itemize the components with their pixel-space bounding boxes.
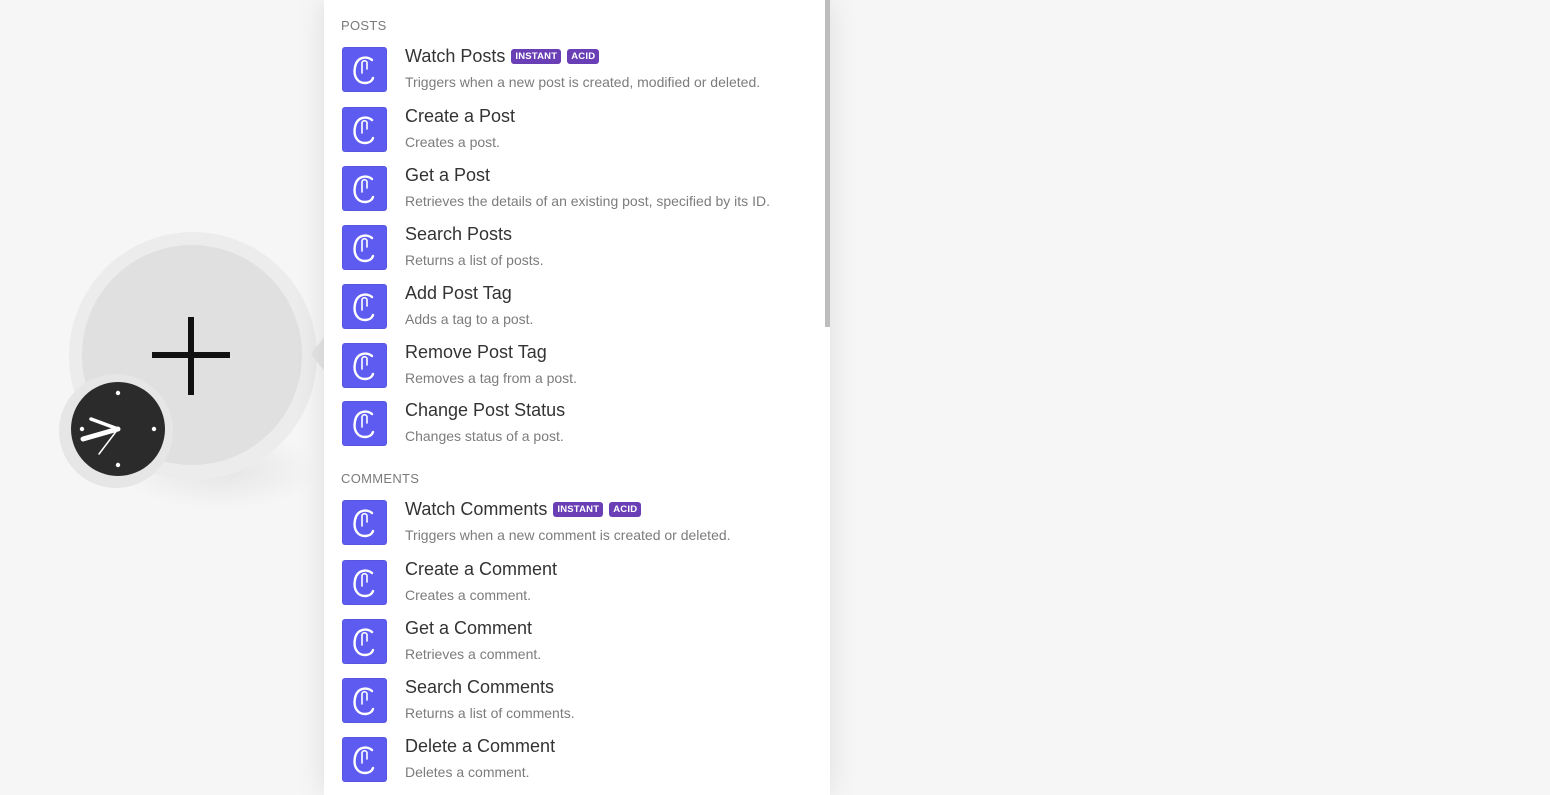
module-picker-panel: POSTS Watch Posts INSTANT ACID Triggers when…: [324, 0, 830, 795]
module-description: Returns a list of posts.: [405, 252, 544, 268]
app-logo-icon: [342, 401, 387, 446]
instant-badge: INSTANT: [511, 49, 562, 64]
module-title: Get a Comment: [405, 618, 533, 638]
module-title-row: Delete a Comment: [405, 736, 555, 757]
module-title-row: Create a Post: [405, 106, 515, 127]
module-list-item[interactable]: Add Post Tag Adds a tag to a post.: [341, 283, 811, 333]
module-title-row: Search Comments: [405, 677, 554, 698]
module-list-item[interactable]: Watch Posts INSTANT ACID Triggers when a ne…: [341, 46, 811, 96]
module-description: Creates a comment.: [405, 587, 532, 603]
app-logo-icon: [342, 47, 387, 92]
module-title-row: Watch Comments INSTANT ACID: [405, 499, 642, 520]
module-title: Create a Comment: [405, 559, 558, 579]
module-description: Retrieves a comment.: [405, 646, 542, 662]
module-list-item[interactable]: Watch Comments INSTANT ACID Triggers when a…: [341, 499, 811, 549]
module-title-row: Add Post Tag: [405, 283, 512, 304]
module-title-row: Get a Comment: [405, 618, 532, 639]
module-title-row: Search Posts: [405, 224, 512, 245]
module-description: Triggers when a new post is created, mod…: [405, 74, 761, 90]
module-list-item[interactable]: Search Posts Returns a list of posts.: [341, 224, 811, 274]
section-header: POSTS: [341, 18, 387, 33]
scrollbar-thumb[interactable]: [825, 0, 830, 327]
module-description: Changes status of a post.: [405, 428, 564, 444]
module-title-row: Watch Posts INSTANT ACID: [405, 46, 600, 67]
module-description: Removes a tag from a post.: [405, 370, 577, 386]
module-title: Get a Post: [405, 165, 491, 185]
module-description: Creates a post.: [405, 134, 500, 150]
module-description: Deletes a comment.: [405, 764, 530, 780]
module-list-item[interactable]: Get a Post Retrieves the details of an ex…: [341, 165, 811, 215]
module-title-row: Get a Post: [405, 165, 490, 186]
app-logo-icon: [342, 737, 387, 782]
module-list-item[interactable]: Search Comments Returns a list of comment…: [341, 677, 811, 727]
section-header: COMMENTS: [341, 471, 420, 486]
module-description: Retrieves the details of an existing pos…: [405, 193, 770, 209]
module-title: Search Comments: [405, 677, 555, 697]
module-title-row: Change Post Status: [405, 400, 565, 421]
module-title: Remove Post Tag: [405, 342, 547, 362]
module-description: Triggers when a new comment is created o…: [405, 527, 731, 543]
module-title: Watch Comments: [405, 499, 548, 519]
module-title: Delete a Comment: [405, 736, 556, 756]
module-title: Change Post Status: [405, 400, 566, 420]
module-list-item[interactable]: Change Post Status Changes status of a po…: [341, 400, 811, 450]
scenario-canvas: POSTS Watch Posts INSTANT ACID Triggers when…: [0, 0, 1550, 795]
module-pointer: [311, 336, 325, 372]
module-title: Watch Posts: [405, 46, 506, 66]
module-list-item[interactable]: Get a Comment Retrieves a comment.: [341, 618, 811, 668]
app-logo-icon: [342, 678, 387, 723]
app-logo-icon: [342, 560, 387, 605]
acid-badge: ACID: [609, 502, 642, 517]
module-list-item[interactable]: Remove Post Tag Removes a tag from a post…: [341, 342, 811, 392]
module-description: Adds a tag to a post.: [405, 311, 534, 327]
app-logo-icon: [342, 500, 387, 545]
module-list-item[interactable]: Create a Comment Creates a comment.: [341, 559, 811, 609]
app-logo-icon: [342, 166, 387, 211]
instant-badge: INSTANT: [553, 502, 604, 517]
module-description: Returns a list of comments.: [405, 705, 575, 721]
module-title: Add Post Tag: [405, 283, 512, 303]
app-logo-icon: [342, 107, 387, 152]
app-logo-icon: [342, 284, 387, 329]
app-logo-icon: [342, 619, 387, 664]
app-logo-icon: [342, 343, 387, 388]
module-title-row: Create a Comment: [405, 559, 557, 580]
module-title: Search Posts: [405, 224, 513, 244]
app-logo-icon: [342, 225, 387, 270]
module-list-item[interactable]: Create a Post Creates a post.: [341, 106, 811, 156]
module-list-item[interactable]: Delete a Comment Deletes a comment.: [341, 736, 811, 786]
module-title: Create a Post: [405, 106, 516, 126]
clock-icon[interactable]: [71, 382, 165, 476]
module-title-row: Remove Post Tag: [405, 342, 547, 363]
acid-badge: ACID: [567, 49, 600, 64]
